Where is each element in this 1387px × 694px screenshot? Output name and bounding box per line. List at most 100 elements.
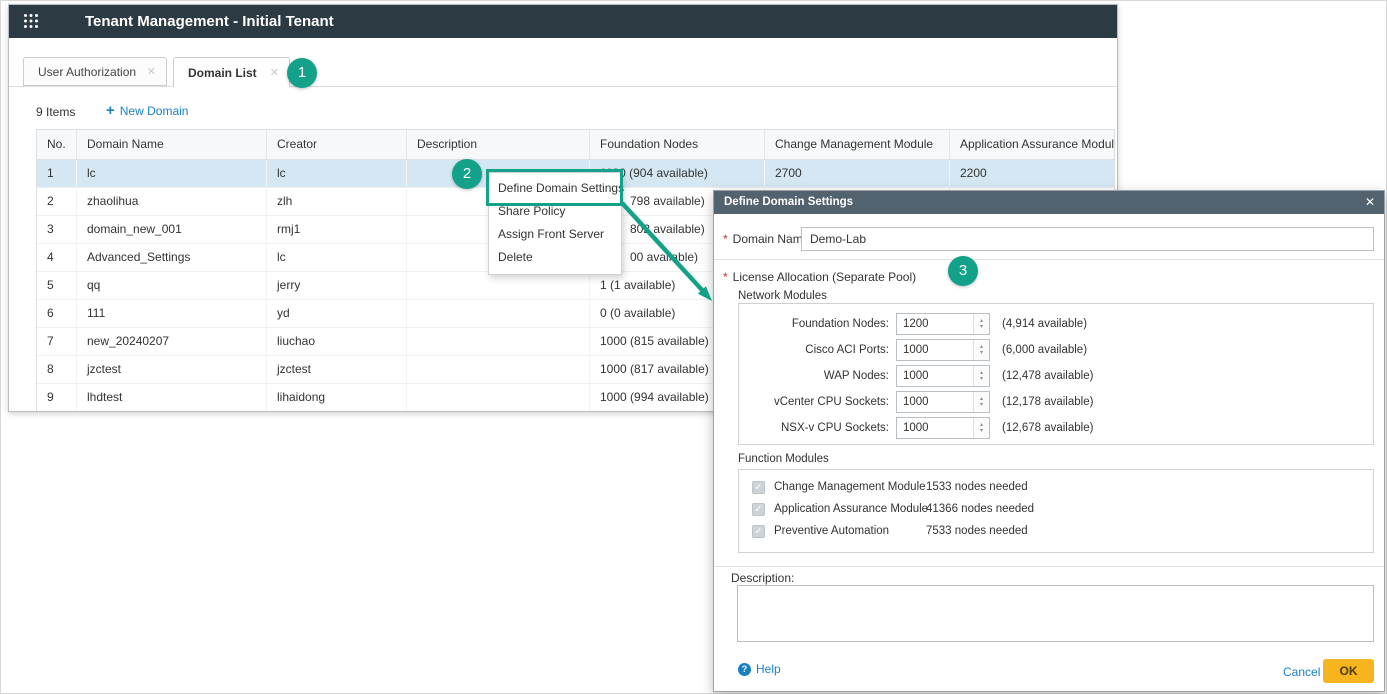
context-menu-item[interactable]: Delete bbox=[489, 246, 621, 269]
field-label: Foundation Nodes: bbox=[739, 318, 889, 330]
spinner-down-icon[interactable]: ▾ bbox=[980, 324, 983, 330]
number-input[interactable]: 1000▴▾ bbox=[896, 391, 990, 413]
domain-name-label: *Domain Name: bbox=[723, 232, 813, 246]
table-cell: liuchao bbox=[267, 328, 407, 355]
annotation-badge-3: 3 bbox=[948, 256, 978, 286]
number-input[interactable]: 1000▴▾ bbox=[896, 365, 990, 387]
tab-user-authorization[interactable]: User Authorization ✕ bbox=[23, 57, 167, 86]
number-input-value: 1000 bbox=[897, 418, 973, 438]
dialog-close-icon[interactable]: ✕ bbox=[1365, 191, 1375, 214]
spinner-buttons[interactable]: ▴▾ bbox=[973, 314, 989, 334]
table-cell: 8 bbox=[37, 356, 77, 383]
plus-icon: + bbox=[106, 103, 115, 118]
annotation-badge-1: 1 bbox=[287, 58, 317, 88]
number-input[interactable]: 1000▴▾ bbox=[896, 417, 990, 439]
context-menu-item[interactable]: Share Policy bbox=[489, 200, 621, 223]
app-header: Tenant Management - Initial Tenant bbox=[9, 5, 1117, 38]
table-cell: 3 bbox=[37, 216, 77, 243]
ok-button[interactable]: OK bbox=[1323, 659, 1374, 683]
table-cell: qq bbox=[77, 272, 267, 299]
available-count-text: (12,178 available) bbox=[1002, 396, 1093, 408]
tab-label: User Authorization bbox=[38, 65, 136, 79]
cancel-button[interactable]: Cancel bbox=[1283, 665, 1320, 679]
description-textarea[interactable] bbox=[737, 585, 1374, 642]
table-cell: Advanced_Settings bbox=[77, 244, 267, 271]
new-domain-label: New Domain bbox=[120, 104, 189, 118]
function-modules-box: ✓ Change Management Module 1533 nodes need… bbox=[738, 469, 1374, 553]
network-module-row: NSX-v CPU Sockets:1000▴▾(12,678 availabl… bbox=[739, 415, 1373, 441]
checkbox-label: Change Management Module bbox=[774, 481, 920, 493]
table-cell: 5 bbox=[37, 272, 77, 299]
table-header-row: No.Domain NameCreatorDescriptionFoundati… bbox=[37, 130, 1114, 160]
screenshot-root: Tenant Management - Initial Tenant User … bbox=[0, 0, 1387, 694]
nodes-needed-text: 1533 nodes needed bbox=[926, 481, 1028, 493]
nodes-needed-text: 41366 nodes needed bbox=[926, 503, 1034, 515]
number-input[interactable]: 1000▴▾ bbox=[896, 339, 990, 361]
table-cell bbox=[407, 300, 590, 327]
spinner-buttons[interactable]: ▴▾ bbox=[973, 366, 989, 386]
table-cell: rmj1 bbox=[267, 216, 407, 243]
table-cell: 7 bbox=[37, 328, 77, 355]
annotation-badge-2: 2 bbox=[452, 159, 482, 189]
define-domain-settings-dialog: Define Domain Settings ✕ *Domain Name: *… bbox=[713, 190, 1385, 692]
checkbox-label: Application Assurance Module bbox=[774, 503, 920, 515]
network-modules-box: Foundation Nodes:1200▴▾(4,914 available)… bbox=[738, 303, 1374, 445]
function-modules-label: Function Modules bbox=[738, 453, 829, 465]
table-cell: lihaidong bbox=[267, 384, 407, 411]
table-cell: 1 bbox=[37, 160, 77, 187]
help-label: Help bbox=[756, 662, 781, 676]
items-count: 9 Items bbox=[36, 105, 75, 119]
field-label: WAP Nodes: bbox=[739, 370, 889, 382]
table-cell: 6 bbox=[37, 300, 77, 327]
table-cell bbox=[407, 356, 590, 383]
context-menu: Define Domain SettingsShare PolicyAssign… bbox=[488, 172, 622, 275]
domain-name-input[interactable] bbox=[801, 227, 1374, 251]
column-header: No. bbox=[37, 130, 77, 159]
tab-close-icon[interactable]: ✕ bbox=[270, 66, 279, 79]
network-module-row: Foundation Nodes: 1200▴▾ (4,914 available) bbox=[739, 311, 1373, 337]
table-cell: 9 bbox=[37, 384, 77, 411]
table-cell: 2700 bbox=[765, 160, 950, 187]
available-count-text: (4,914 available) bbox=[1002, 318, 1087, 330]
available-count-text: (12,678 available) bbox=[1002, 422, 1093, 434]
network-module-row: vCenter CPU Sockets: 1000▴▾ (12,178 availa… bbox=[739, 389, 1373, 415]
table-cell: 4 bbox=[37, 244, 77, 271]
required-asterisk: * bbox=[723, 270, 728, 284]
context-menu-item[interactable]: Assign Front Server bbox=[489, 223, 621, 246]
function-module-row: ✓Application Assurance Module41366 nodes… bbox=[739, 498, 1373, 520]
table-cell: 2 bbox=[37, 188, 77, 215]
nodes-needed-text: 7533 nodes needed bbox=[926, 525, 1028, 537]
field-label: vCenter CPU Sockets: bbox=[739, 396, 889, 408]
spinner-down-icon[interactable]: ▾ bbox=[980, 402, 983, 408]
app-grid-icon[interactable] bbox=[23, 13, 39, 29]
new-domain-button[interactable]: + New Domain bbox=[106, 103, 188, 118]
checked-checkbox-disabled: ✓ bbox=[752, 481, 765, 494]
tab-domain-list[interactable]: Domain List ✕ bbox=[173, 57, 290, 87]
table-cell: jerry bbox=[267, 272, 407, 299]
column-header: Description bbox=[407, 130, 590, 159]
tab-label: Domain List bbox=[188, 66, 257, 80]
function-module-row: ✓Preventive Automation7533 nodes needed bbox=[739, 520, 1373, 542]
table-cell bbox=[407, 272, 590, 299]
number-input[interactable]: 1200▴▾ bbox=[896, 313, 990, 335]
tab-close-icon[interactable]: ✕ bbox=[147, 65, 156, 78]
column-header: Domain Name bbox=[77, 130, 267, 159]
spinner-down-icon[interactable]: ▾ bbox=[980, 350, 983, 356]
number-input-value: 1000 bbox=[897, 366, 973, 386]
section-divider bbox=[714, 259, 1384, 260]
table-cell: domain_new_001 bbox=[77, 216, 267, 243]
spinner-buttons[interactable]: ▴▾ bbox=[973, 392, 989, 412]
table-cell: 111 bbox=[77, 300, 267, 327]
spinner-buttons[interactable]: ▴▾ bbox=[973, 418, 989, 438]
help-link[interactable]: ? Help bbox=[738, 662, 781, 676]
context-menu-item[interactable]: Define Domain Settings bbox=[489, 177, 621, 200]
number-input-value: 1200 bbox=[897, 314, 973, 334]
spinner-down-icon[interactable]: ▾ bbox=[980, 376, 983, 382]
table-cell: zhaolihua bbox=[77, 188, 267, 215]
number-input-value: 1000 bbox=[897, 392, 973, 412]
page-title: Tenant Management - Initial Tenant bbox=[85, 5, 334, 38]
table-cell: zlh bbox=[267, 188, 407, 215]
spinner-down-icon[interactable]: ▾ bbox=[980, 428, 983, 434]
column-header: Foundation Nodes bbox=[590, 130, 765, 159]
spinner-buttons[interactable]: ▴▾ bbox=[973, 340, 989, 360]
